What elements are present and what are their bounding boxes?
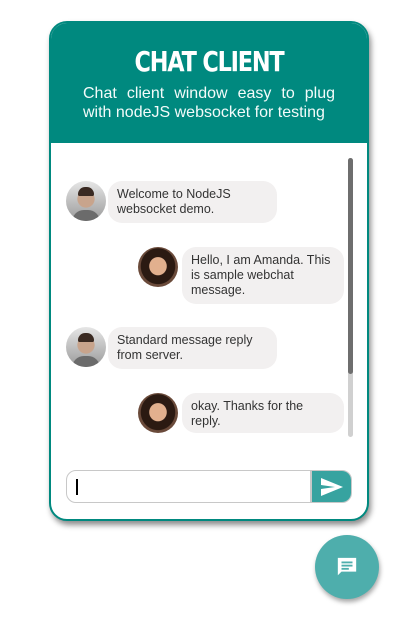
chat-header: CHAT CLIENT Chat client window easy to p…: [51, 23, 367, 143]
message-bubble: Hello, I am Amanda. This is sample webch…: [182, 247, 344, 304]
user-avatar: [138, 393, 178, 433]
chat-icon: [337, 557, 357, 576]
message-bubble: Welcome to NodeJS websocket demo.: [108, 181, 277, 223]
chat-title: CHAT CLIENT: [134, 45, 284, 78]
server-avatar: [66, 181, 106, 221]
send-icon: [320, 477, 343, 496]
message-user: Hello, I am Amanda. This is sample webch…: [138, 247, 344, 304]
send-button[interactable]: [310, 471, 351, 502]
server-avatar: [66, 327, 106, 367]
text-caret: [76, 479, 78, 495]
message-user: okay. Thanks for the reply.: [138, 393, 344, 433]
message-server: Welcome to NodeJS websocket demo.: [66, 181, 277, 223]
scrollbar-thumb[interactable]: [348, 158, 353, 374]
chat-toggle-button[interactable]: [315, 535, 379, 599]
message-bubble: okay. Thanks for the reply.: [182, 393, 344, 433]
message-bubble: Standard message reply from server.: [108, 327, 277, 369]
chat-subtitle: Chat client window easy to plug with nod…: [83, 85, 335, 121]
user-avatar: [138, 247, 178, 287]
message-input[interactable]: [66, 470, 352, 503]
chat-window: CHAT CLIENT Chat client window easy to p…: [49, 21, 369, 521]
messages-scrollbar[interactable]: [348, 158, 353, 437]
message-server: Standard message reply from server.: [66, 327, 277, 369]
